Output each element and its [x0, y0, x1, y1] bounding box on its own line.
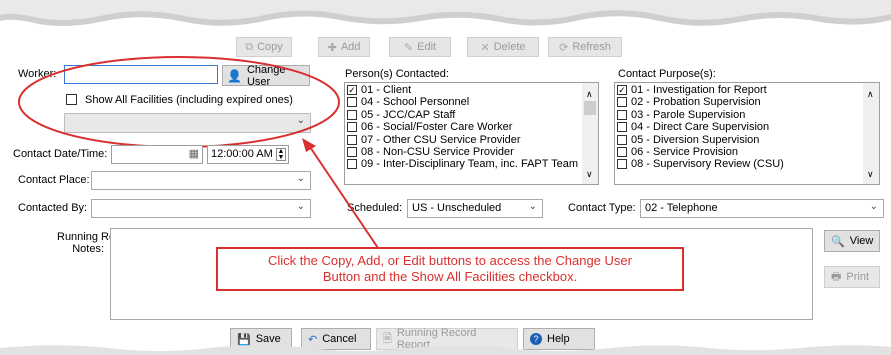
chevron-down-icon[interactable]: ∨ — [867, 169, 874, 180]
list-item-label: 04 - Direct Care Supervision — [631, 121, 770, 134]
scroll-thumb[interactable] — [584, 101, 596, 115]
highlight-ellipse — [18, 56, 340, 148]
list-item-checkbox[interactable] — [617, 134, 627, 145]
chevron-down-icon[interactable]: ∨ — [586, 169, 593, 180]
list-item-checkbox[interactable] — [347, 109, 357, 120]
list-item-label: 01 - Client — [361, 84, 412, 96]
list-item-label: 06 - Service Provision — [631, 145, 738, 158]
contact-type-select[interactable]: 02 - Telephone ⌄ — [640, 199, 884, 218]
list-item-checkbox[interactable] — [617, 146, 627, 157]
print-button[interactable]: 🖶 Print — [824, 266, 880, 288]
list-item-checkbox[interactable] — [347, 122, 357, 133]
edit-label: Edit — [417, 41, 437, 53]
contact-place-select[interactable]: ⌄ — [91, 171, 311, 190]
list-item-checkbox[interactable] — [617, 122, 627, 133]
list-item[interactable]: ✓ 01 - Client — [345, 84, 598, 96]
list-item-checkbox[interactable] — [617, 159, 627, 170]
list-item[interactable]: 02 - Probation Supervision — [615, 96, 879, 108]
refresh-button[interactable]: ⟳ Refresh — [548, 37, 622, 57]
list-item[interactable]: 08 - Supervisory Review (CSU) — [615, 158, 879, 170]
refresh-icon: ⟳ — [559, 41, 569, 54]
chevron-down-icon: ⌄ — [869, 201, 878, 212]
contact-time-value: 12:00:00 AM — [211, 148, 273, 160]
list-item[interactable]: 04 - School Personnel — [345, 96, 598, 108]
scheduled-select[interactable]: US - Unscheduled ⌄ — [407, 199, 543, 218]
print-label: Print — [846, 271, 870, 283]
contact-date-field[interactable]: ▦ — [111, 145, 203, 164]
contact-place-label: Contact Place: — [18, 174, 90, 186]
list-item-label: 06 - Social/Foster Care Worker — [361, 121, 513, 134]
torn-bottom-edge — [0, 345, 891, 355]
scrollbar[interactable]: ∧ ∨ — [863, 83, 879, 184]
list-item-label: 02 - Probation Supervision — [631, 96, 761, 109]
list-item-label: 03 - Parole Supervision — [631, 108, 746, 121]
time-spinner-icon[interactable]: ▲ ▼ — [276, 148, 286, 161]
edit-icon: ✎ — [403, 41, 414, 54]
delete-label: Delete — [493, 41, 526, 53]
list-item[interactable]: ✓ 01 - Investigation for Report — [615, 84, 879, 96]
list-item-label: 08 - Supervisory Review (CSU) — [631, 158, 784, 171]
chevron-up-icon[interactable]: ∧ — [586, 89, 593, 100]
contacted-by-label: Contacted By: — [18, 202, 88, 214]
persons-contacted-label: Person(s) Contacted: — [345, 68, 449, 80]
list-item-label: 05 - Diversion Supervision — [631, 133, 760, 146]
running-notes-label-line1: Running Record — [57, 231, 137, 243]
running-notes-label-line2: Notes: — [72, 243, 104, 255]
contact-type-label: Contact Type: — [568, 202, 636, 214]
refresh-label: Refresh — [572, 41, 611, 53]
view-button[interactable]: 🔍 View — [824, 230, 880, 252]
callout-line2: Button and the Show All Facilities check… — [322, 269, 578, 284]
list-item[interactable]: 05 - JCC/CAP Staff — [345, 109, 598, 121]
contact-purpose-label: Contact Purpose(s): — [618, 68, 716, 80]
view-label: View — [849, 235, 874, 247]
running-notes-label: Running Record Notes: — [57, 231, 137, 255]
list-item-checkbox[interactable]: ✓ — [347, 85, 357, 95]
delete-button[interactable]: ✕ Delete — [467, 37, 539, 57]
list-item[interactable]: 06 - Social/Foster Care Worker — [345, 121, 598, 133]
list-item-checkbox[interactable]: ✓ — [617, 85, 627, 95]
view-icon: 🔍 — [831, 235, 845, 248]
contact-time-field[interactable]: 12:00:00 AM ▲ ▼ — [207, 145, 289, 164]
list-item-label: 01 - Investigation for Report — [631, 84, 767, 96]
contact-datetime-label: Contact Date/Time: — [13, 148, 108, 160]
scrollbar[interactable]: ∧ ∨ — [582, 83, 598, 184]
contacted-by-select[interactable]: ⌄ — [91, 199, 311, 218]
torn-top-edge — [0, 0, 891, 26]
delete-icon: ✕ — [480, 41, 490, 54]
chevron-up-icon[interactable]: ∧ — [867, 89, 874, 100]
callout-arrow — [302, 138, 379, 249]
annotation-callout: Click the Copy, Add, or Edit buttons to … — [216, 247, 684, 291]
contact-type-value: 02 - Telephone — [645, 202, 718, 214]
edit-button[interactable]: ✎ Edit — [389, 37, 451, 57]
scheduled-value: US - Unscheduled — [412, 202, 502, 214]
list-item[interactable]: 05 - Diversion Supervision — [615, 134, 879, 146]
list-item[interactable]: 03 - Parole Supervision — [615, 109, 879, 121]
callout-line1: Click the Copy, Add, or Edit buttons to … — [268, 253, 632, 268]
list-item-checkbox[interactable] — [347, 97, 357, 108]
list-item-checkbox[interactable] — [617, 97, 627, 108]
print-icon: 🖶 — [831, 270, 842, 283]
list-item[interactable]: 06 - Service Provision — [615, 146, 879, 158]
list-item-checkbox[interactable] — [617, 109, 627, 120]
chevron-down-icon: ⌄ — [528, 201, 537, 212]
contact-purpose-list[interactable]: ✓ 01 - Investigation for Report 02 - Proba… — [614, 82, 880, 185]
list-item-label: 04 - School Personnel — [361, 96, 470, 109]
calendar-icon[interactable]: ▦ — [189, 147, 199, 160]
list-item-label: 05 - JCC/CAP Staff — [361, 108, 456, 121]
list-item[interactable]: 04 - Direct Care Supervision — [615, 121, 879, 133]
